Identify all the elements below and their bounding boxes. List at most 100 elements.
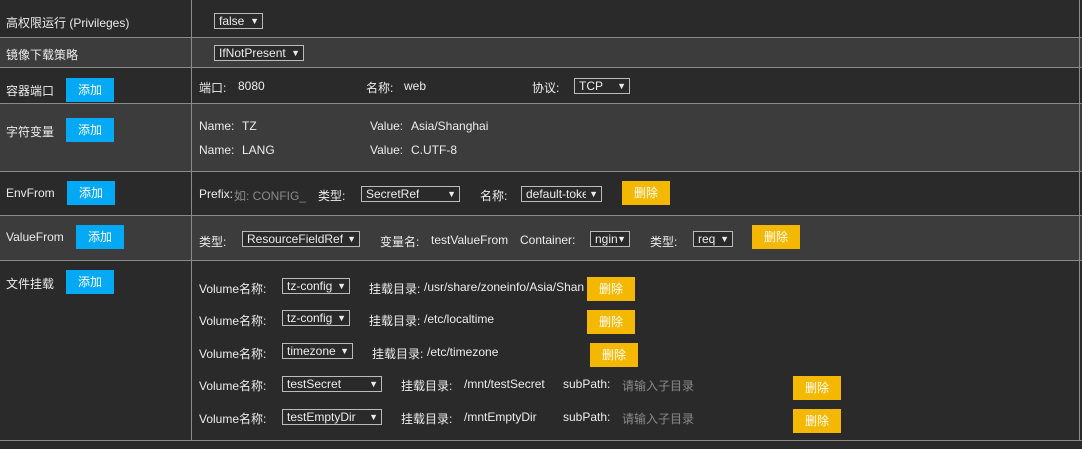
envfrom-name-label: 名称: bbox=[480, 189, 508, 203]
volume-name-select-value: tz-config bbox=[287, 311, 333, 325]
env-value-value[interactable]: C.UTF-8 bbox=[411, 143, 457, 157]
volume-name-label: Volume名称: bbox=[199, 282, 267, 296]
privileges-select[interactable]: false ▼ bbox=[214, 13, 263, 29]
add-port-button[interactable]: 添加 bbox=[66, 78, 114, 102]
chevron-down-icon: ▼ bbox=[447, 189, 456, 199]
privileges-select-value: false bbox=[219, 14, 245, 28]
mount-path-label: 挂载目录: bbox=[369, 314, 421, 328]
valuefrom-type-select[interactable]: ResourceFieldRef ▼ bbox=[242, 231, 360, 247]
add-valuefrom-button[interactable]: 添加 bbox=[76, 225, 124, 249]
volume-name-select-value: tz-config bbox=[287, 279, 333, 293]
prefix-input[interactable]: 如: CONFIG_ bbox=[234, 187, 306, 204]
mount-path-value[interactable]: /etc/localtime bbox=[424, 312, 494, 326]
chevron-down-icon: ▼ bbox=[291, 48, 300, 58]
bottom-border bbox=[0, 440, 1082, 441]
env-value-label: Value: bbox=[370, 119, 404, 133]
delete-volume-button[interactable]: 删除 bbox=[793, 376, 841, 400]
volume-name-select[interactable]: timezone ▼ bbox=[282, 343, 353, 359]
chevron-down-icon: ▼ bbox=[337, 281, 346, 291]
volumes-label: 文件挂载 bbox=[6, 277, 55, 291]
env-name-label: Name: bbox=[199, 143, 235, 157]
chevron-down-icon: ▼ bbox=[337, 313, 346, 323]
volume-name-select[interactable]: testSecret ▼ bbox=[282, 376, 382, 392]
env-label: 字符变量 bbox=[6, 125, 55, 139]
container-select[interactable]: ngin ▼ bbox=[590, 231, 630, 247]
subpath-input[interactable]: 请输入子目录 bbox=[622, 410, 694, 427]
env-value-value[interactable]: Asia/Shanghai bbox=[411, 119, 488, 133]
port-value[interactable]: 8080 bbox=[238, 79, 265, 93]
chevron-down-icon: ▼ bbox=[347, 234, 356, 244]
protocol-label: 协议: bbox=[532, 81, 560, 95]
valuefrom-var-value[interactable]: testValueFrom bbox=[431, 233, 508, 247]
chevron-down-icon: ▼ bbox=[369, 379, 378, 389]
protocol-select[interactable]: TCP ▼ bbox=[574, 78, 630, 94]
valuefrom-type-select-value: ResourceFieldRef bbox=[247, 232, 344, 246]
row-pull-policy bbox=[0, 38, 1082, 68]
envfrom-type-label: 类型: bbox=[318, 189, 346, 203]
pull-policy-label: 镜像下载策略 bbox=[6, 48, 79, 62]
delete-volume-button[interactable]: 删除 bbox=[587, 277, 635, 301]
volume-name-select[interactable]: testEmptyDir ▼ bbox=[282, 409, 382, 425]
mount-path-label: 挂载目录: bbox=[401, 412, 453, 426]
valuefrom-type2-select[interactable]: req ▼ bbox=[693, 231, 733, 247]
valuefrom-type2-label: 类型: bbox=[650, 235, 678, 249]
envfrom-type-select-value: SecretRef bbox=[366, 187, 420, 201]
chevron-down-icon: ▼ bbox=[617, 81, 626, 91]
mount-path-value[interactable]: /mntEmptyDir bbox=[464, 410, 537, 424]
delete-volume-button[interactable]: 删除 bbox=[590, 343, 638, 367]
chevron-down-icon: ▼ bbox=[250, 16, 259, 26]
valuefrom-type2-select-value: req bbox=[698, 232, 716, 246]
mount-path-value[interactable]: /usr/share/zoneinfo/Asia/Shan bbox=[424, 280, 584, 294]
port-label: 端口: bbox=[199, 81, 227, 95]
volume-name-label: Volume名称: bbox=[199, 379, 267, 393]
chevron-down-icon: ▼ bbox=[617, 234, 626, 244]
volume-name-select[interactable]: tz-config ▼ bbox=[282, 310, 350, 326]
chevron-down-icon: ▼ bbox=[589, 189, 598, 199]
env-value-label: Value: bbox=[370, 143, 404, 157]
valuefrom-label: ValueFrom bbox=[6, 230, 64, 244]
volume-name-select-value: timezone bbox=[287, 344, 336, 358]
volume-name-label: Volume名称: bbox=[199, 314, 267, 328]
container-select-value: ngin bbox=[595, 232, 617, 246]
right-border bbox=[1079, 0, 1080, 441]
subpath-label: subPath: bbox=[563, 377, 611, 391]
port-name-label: 名称: bbox=[366, 81, 394, 95]
envfrom-name-select[interactable]: default-toke ▼ bbox=[521, 186, 602, 202]
mount-path-value[interactable]: /mnt/testSecret bbox=[464, 377, 545, 391]
prefix-label: Prefix: bbox=[199, 187, 234, 201]
chevron-down-icon: ▼ bbox=[369, 412, 378, 422]
volume-name-select[interactable]: tz-config ▼ bbox=[282, 278, 350, 294]
add-envfrom-button[interactable]: 添加 bbox=[67, 181, 115, 205]
env-name-value[interactable]: TZ bbox=[242, 119, 257, 133]
delete-volume-button[interactable]: 删除 bbox=[587, 310, 635, 334]
volume-name-label: Volume名称: bbox=[199, 347, 267, 361]
envfrom-label: EnvFrom bbox=[6, 186, 55, 200]
row-privileges bbox=[0, 0, 1082, 38]
delete-valuefrom-button[interactable]: 删除 bbox=[752, 225, 800, 249]
envfrom-type-select[interactable]: SecretRef ▼ bbox=[361, 186, 460, 202]
envfrom-name-select-value: default-toke bbox=[526, 187, 586, 201]
subpath-input[interactable]: 请输入子目录 bbox=[622, 377, 694, 394]
chevron-down-icon: ▼ bbox=[340, 346, 349, 356]
port-name-value[interactable]: web bbox=[404, 79, 426, 93]
add-volume-button[interactable]: 添加 bbox=[66, 270, 114, 294]
add-env-button[interactable]: 添加 bbox=[66, 118, 114, 142]
volume-name-label: Volume名称: bbox=[199, 412, 267, 426]
env-name-value[interactable]: LANG bbox=[242, 143, 275, 157]
chevron-down-icon: ▼ bbox=[720, 234, 729, 244]
protocol-select-value: TCP bbox=[579, 79, 603, 93]
mount-path-label: 挂载目录: bbox=[401, 379, 453, 393]
container-label: Container: bbox=[520, 233, 576, 247]
delete-volume-button[interactable]: 删除 bbox=[793, 409, 841, 433]
volume-name-select-value: testEmptyDir bbox=[287, 410, 356, 424]
pull-policy-select[interactable]: IfNotPresent ▼ bbox=[214, 45, 304, 61]
row-env bbox=[0, 104, 1082, 172]
valuefrom-type-label: 类型: bbox=[199, 235, 227, 249]
mount-path-label: 挂载目录: bbox=[372, 347, 424, 361]
delete-envfrom-button[interactable]: 删除 bbox=[622, 181, 670, 205]
pull-policy-select-value: IfNotPresent bbox=[219, 46, 286, 60]
mount-path-label: 挂载目录: bbox=[369, 282, 421, 296]
mount-path-value[interactable]: /etc/timezone bbox=[427, 345, 498, 359]
column-divider bbox=[191, 0, 192, 441]
volume-name-select-value: testSecret bbox=[287, 377, 342, 391]
